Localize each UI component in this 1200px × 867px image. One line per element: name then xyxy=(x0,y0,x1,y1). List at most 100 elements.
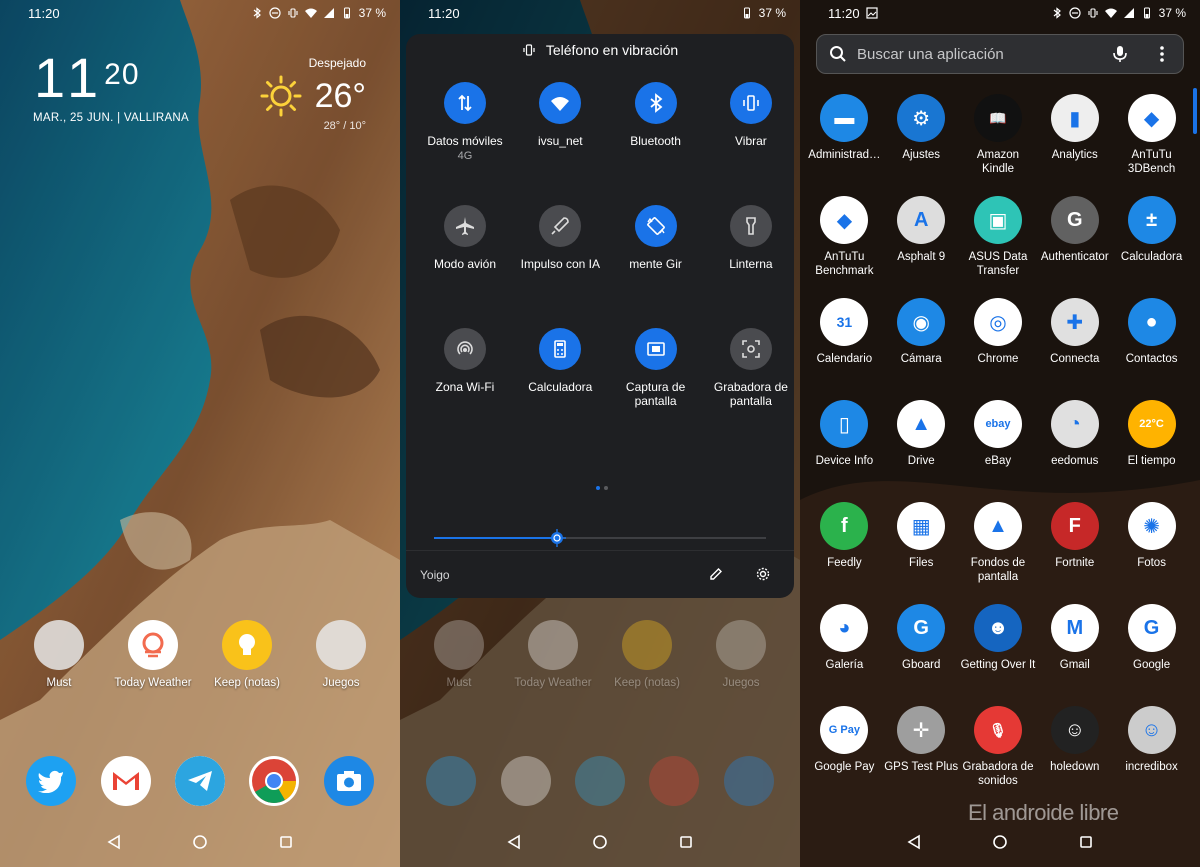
app-gps-test-plus[interactable]: ✛ GPS Test Plus xyxy=(883,706,960,808)
app-search-bar[interactable]: Buscar una aplicación xyxy=(816,34,1184,74)
search-input[interactable]: Buscar una aplicación xyxy=(857,46,1101,63)
app-cámara[interactable]: ◉ Cámara xyxy=(883,298,960,400)
app-today-weather[interactable]: Today Weather xyxy=(113,620,193,690)
folder-juegos[interactable]: Juegos xyxy=(301,620,381,690)
back-icon[interactable] xyxy=(506,834,522,850)
clock-widget[interactable]: 1120 xyxy=(34,50,140,106)
app-fondos-de-pantalla[interactable]: ▲ Fondos de pantalla xyxy=(960,502,1037,604)
tile-label: Bluetooth xyxy=(630,134,681,148)
app-icon: ◉ xyxy=(897,298,946,346)
app-fortnite[interactable]: F Fortnite xyxy=(1036,502,1113,604)
chrome-icon[interactable] xyxy=(249,756,300,806)
app-administrad[interactable]: ▬ Administrad… xyxy=(806,94,883,196)
app-google-pay[interactable]: G Pay Google Pay xyxy=(806,706,883,808)
tile-mobile-data[interactable]: Datos móviles 4G xyxy=(417,82,513,162)
app-antutu-3dbench[interactable]: ◆ AnTuTu 3DBench xyxy=(1113,94,1190,196)
app-eedomus[interactable]: ◔ eedomus xyxy=(1036,400,1113,502)
tile-bluetooth[interactable]: Bluetooth xyxy=(608,82,704,148)
tile-calculator[interactable]: Calculadora xyxy=(512,328,608,394)
app-ajustes[interactable]: ⚙ Ajustes xyxy=(883,94,960,196)
back-icon[interactable] xyxy=(106,834,122,850)
tile-vibrate[interactable]: Vibrar xyxy=(703,82,799,148)
app-icon: ▲ xyxy=(973,502,1022,550)
tile-wifi[interactable]: ivsu_net xyxy=(512,82,608,148)
tile-screenshot[interactable]: Captura de pantalla xyxy=(608,328,704,409)
scrollbar[interactable] xyxy=(1193,88,1197,134)
telegram-icon[interactable] xyxy=(174,756,225,806)
app-el-tiempo[interactable]: 22°C El tiempo xyxy=(1113,400,1190,502)
app-label: Ajustes xyxy=(902,149,941,161)
app-keep[interactable]: Keep (notas) xyxy=(207,620,287,690)
app-amazon-kindle[interactable]: 📖 Amazon Kindle xyxy=(960,94,1037,196)
app-galería[interactable]: ◕ Galería xyxy=(806,604,883,706)
app-files[interactable]: ▦ Files xyxy=(883,502,960,604)
home-icon[interactable] xyxy=(992,834,1008,850)
app-glyph: ✛ xyxy=(912,719,930,742)
recents-icon[interactable] xyxy=(278,834,294,850)
folder-icon xyxy=(316,620,366,670)
app-label: El tiempo xyxy=(1127,455,1176,467)
app-holedown[interactable]: ☺ holedown xyxy=(1036,706,1113,808)
home-icon[interactable] xyxy=(592,834,608,850)
brightness-thumb-icon[interactable] xyxy=(547,529,566,547)
app-glyph: ▮ xyxy=(1069,107,1081,130)
app-analytics[interactable]: ▮ Analytics xyxy=(1036,94,1113,196)
app-device-info[interactable]: ▯ Device Info xyxy=(806,400,883,502)
home-screen: 11:20 37 % 1120 MAR., 25 JUN. | VALLIRAN… xyxy=(0,0,400,867)
app-label: incredibox xyxy=(1125,761,1178,773)
app-antutu-benchmark[interactable]: ◆ AnTuTu Benchmark xyxy=(806,196,883,298)
app-getting-over-it[interactable]: ☻ Getting Over It xyxy=(960,604,1037,706)
app-google[interactable]: G Google xyxy=(1113,604,1190,706)
app-fotos[interactable]: ✺ Fotos xyxy=(1113,502,1190,604)
microphone-icon[interactable] xyxy=(1111,45,1129,63)
tile-label: Datos móviles xyxy=(427,134,503,148)
app-ebay[interactable]: ebay eBay xyxy=(960,400,1037,502)
app-asus-data-transfer[interactable]: ▣ ASUS Data Transfer xyxy=(960,196,1037,298)
app-glyph: M xyxy=(1066,616,1084,639)
weather-widget[interactable]: Despejado 26° 28° / 10° xyxy=(259,56,366,132)
app-glyph: 🎙 xyxy=(989,721,1007,738)
app-glyph: ▦ xyxy=(911,515,931,538)
home-icon[interactable] xyxy=(192,834,208,850)
tile-rotate[interactable]: mente Gir xyxy=(608,205,704,271)
settings-gear-icon[interactable] xyxy=(755,566,771,582)
recents-icon[interactable] xyxy=(1078,834,1094,850)
app-feedly[interactable]: f Feedly xyxy=(806,502,883,604)
app-icon: 31 xyxy=(820,298,869,346)
app-asphalt-9[interactable]: A Asphalt 9 xyxy=(883,196,960,298)
app-gboard[interactable]: G Gboard xyxy=(883,604,960,706)
app-grid: ▬ Administrad… ⚙ Ajustes 📖 Amazon Kindle ▮ Anal… xyxy=(806,94,1190,808)
app-glyph: ☺ xyxy=(1141,718,1162,741)
brightness-slider[interactable] xyxy=(434,529,766,547)
app-icon: 🎙 xyxy=(973,706,1022,754)
tile-hotspot[interactable]: Zona Wi-Fi xyxy=(417,328,513,394)
ringer-mode-header[interactable]: Teléfono en vibración xyxy=(406,42,794,58)
battery-percent: 37 % xyxy=(358,6,386,20)
twitter-icon[interactable] xyxy=(26,756,77,806)
today-weather-icon xyxy=(128,620,178,670)
app-chrome[interactable]: ◎ Chrome xyxy=(960,298,1037,400)
tile-airplane[interactable]: Modo avión xyxy=(417,205,513,271)
app-contactos[interactable]: ● Contactos xyxy=(1113,298,1190,400)
tile-flashlight[interactable]: Linterna xyxy=(703,205,799,271)
folder-must[interactable]: Must xyxy=(19,620,99,690)
app-incredibox[interactable]: ☺ incredibox xyxy=(1113,706,1190,808)
date-location[interactable]: MAR., 25 JUN. | VALLIRANA xyxy=(33,112,189,124)
edit-pencil-icon[interactable] xyxy=(708,566,724,582)
app-calculadora[interactable]: ± Calculadora xyxy=(1113,196,1190,298)
app-calendario[interactable]: 31 Calendario xyxy=(806,298,883,400)
more-options-icon[interactable] xyxy=(1153,45,1171,63)
tile-screen-record[interactable]: Grabadora de pantalla xyxy=(703,328,799,409)
app-connecta[interactable]: ✚ Connecta xyxy=(1036,298,1113,400)
camera-icon[interactable] xyxy=(323,756,374,806)
back-icon[interactable] xyxy=(906,834,922,850)
app-label: Getting Over It xyxy=(960,659,1036,671)
app-glyph: ● xyxy=(1145,310,1158,333)
app-gmail[interactable]: M Gmail xyxy=(1036,604,1113,706)
app-drive[interactable]: ▲ Drive xyxy=(883,400,960,502)
tile-rocket[interactable]: Impulso con IA xyxy=(512,205,608,271)
app-grabadora-de-sonidos[interactable]: 🎙 Grabadora de sonidos xyxy=(960,706,1037,808)
app-authenticator[interactable]: G Authenticator xyxy=(1036,196,1113,298)
gmail-icon[interactable] xyxy=(100,756,151,806)
recents-icon[interactable] xyxy=(678,834,694,850)
